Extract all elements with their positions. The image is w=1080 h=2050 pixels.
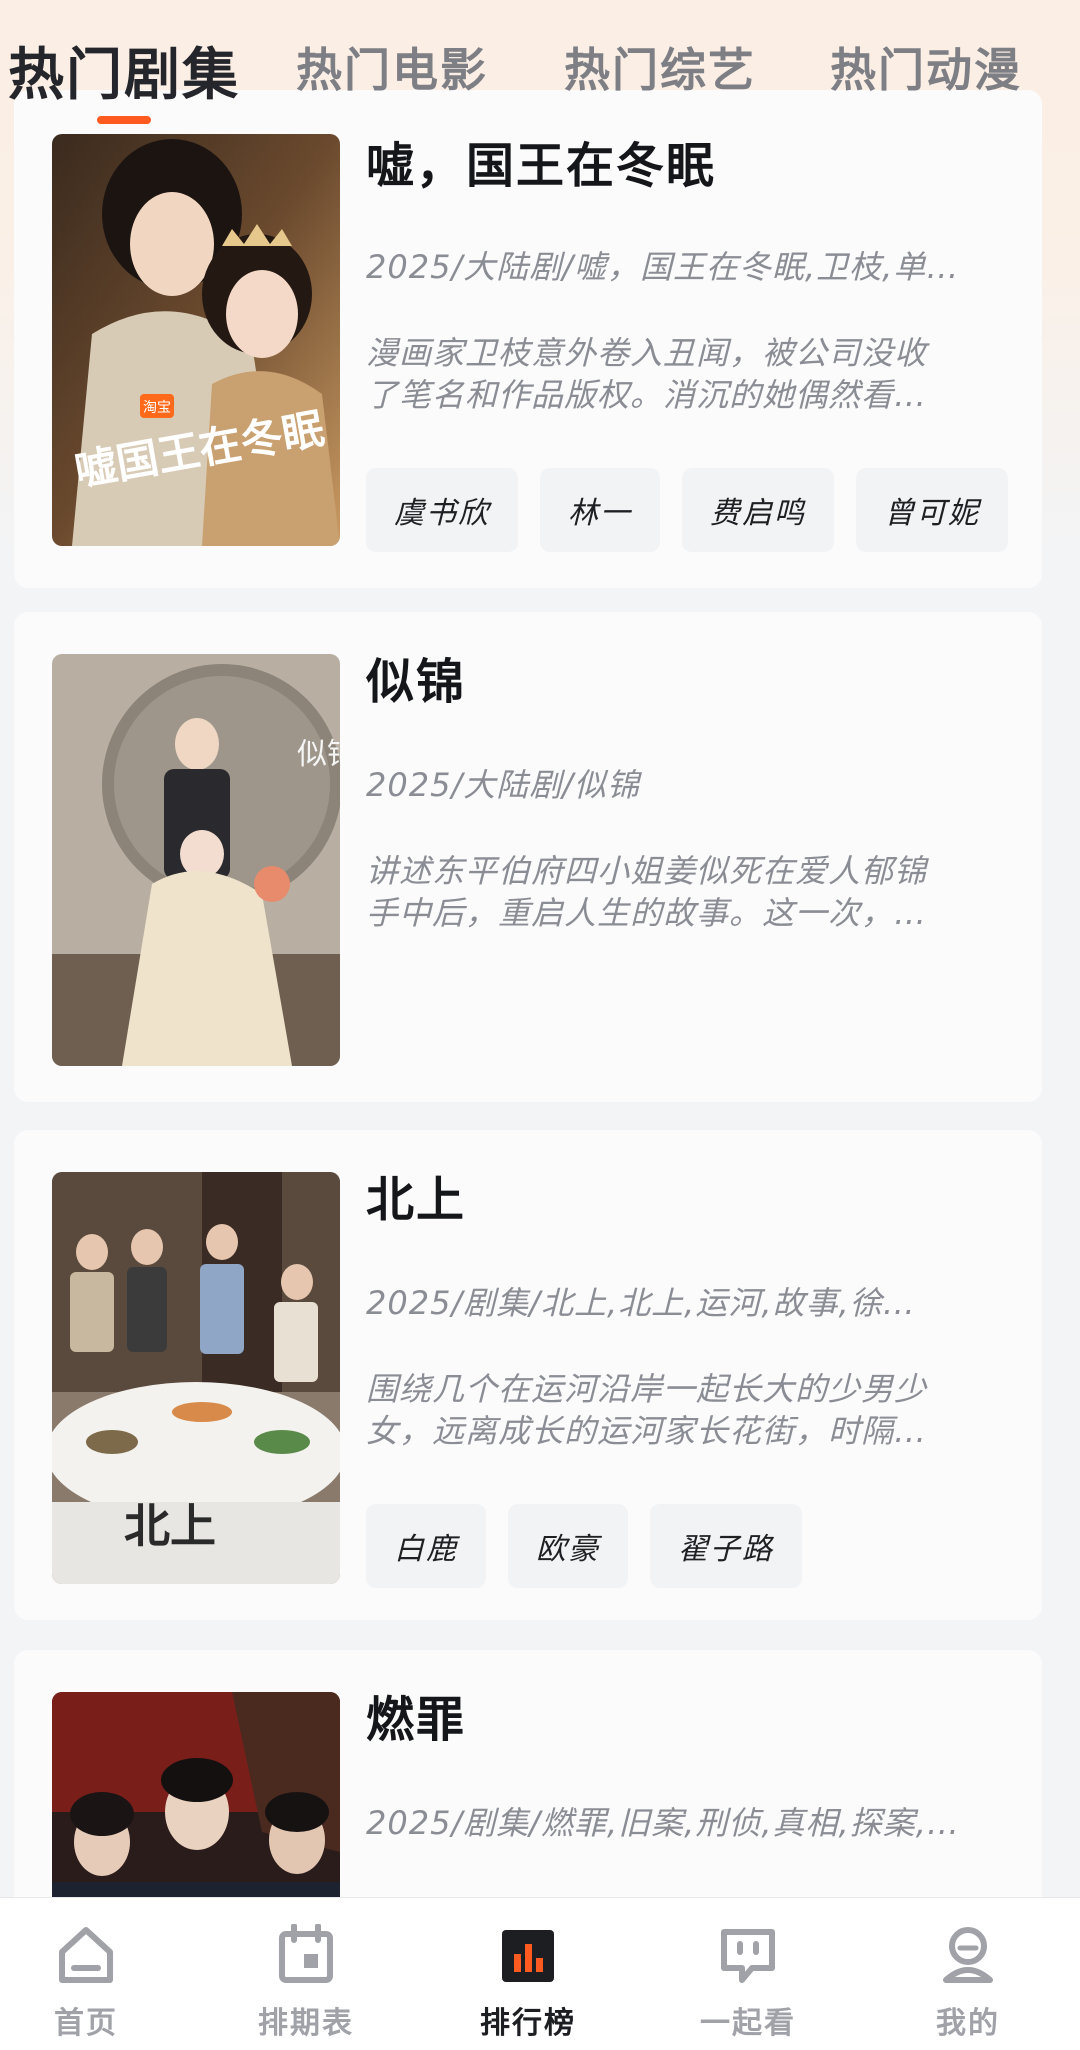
cast-tag[interactable]: 欧豪	[508, 1504, 628, 1588]
cast-tag[interactable]: 曾可妮	[856, 468, 1008, 552]
tab-hot-movies[interactable]: 热门电影	[296, 34, 488, 100]
drama-description: 围绕几个在运河沿岸一起长大的少男少 女，远离成长的运河家长花街，时隔…	[366, 1368, 1006, 1452]
nav-label: 排行榜	[480, 2006, 576, 2041]
drama-meta: 2025/剧集/燃罪,旧案,刑侦,真相,探案,…	[366, 1804, 960, 1842]
nav-home[interactable]: 首页	[0, 1898, 186, 2050]
nav-profile[interactable]: 我的	[868, 1898, 1068, 2050]
list-item[interactable]: 淘宝 嘘国王在冬眠 嘘，国王在冬眠 2025/大陆剧/嘘，国王在冬眠,卫枝,单……	[14, 90, 1042, 588]
description-line: 讲述东平伯府四小姐姜似死在爱人郁锦	[366, 852, 928, 890]
poster-image[interactable]: 北上	[52, 1172, 340, 1584]
calendar-icon	[279, 1924, 333, 1983]
bottom-navigation: 首页 排期表 排行榜 一起看 我的	[0, 1897, 1080, 2050]
description-line: 了笔名和作品版权。消沉的她偶然看…	[366, 376, 928, 414]
drama-title[interactable]: 似锦	[366, 642, 466, 712]
profile-icon	[943, 1927, 993, 1983]
tab-hot-variety[interactable]: 热门综艺	[564, 34, 756, 100]
nav-label: 首页	[54, 2006, 118, 2041]
description-line: 围绕几个在运河沿岸一起长大的少男少	[366, 1370, 928, 1408]
nav-label: 一起看	[700, 2006, 796, 2041]
drama-description: 讲述东平伯府四小姐姜似死在爱人郁锦 手中后，重启人生的故事。这一次，…	[366, 850, 1006, 934]
cast-tag[interactable]: 白鹿	[366, 1504, 486, 1588]
nav-schedule[interactable]: 排期表	[206, 1898, 406, 2050]
drama-title[interactable]: 燃罪	[366, 1680, 466, 1750]
svg-text:淘宝: 淘宝	[143, 400, 171, 416]
description-line: 手中后，重启人生的故事。这一次，…	[366, 894, 928, 932]
nav-ranking[interactable]: 排行榜	[428, 1898, 628, 2050]
description-line: 漫画家卫枝意外卷入丑闻，被公司没收	[366, 334, 928, 372]
description-line: 女，远离成长的运河家长花街，时隔…	[366, 1412, 928, 1450]
list-item[interactable]: 似锦 似锦 2025/大陆剧/似锦 讲述东平伯府四小姐姜似死在爱人郁锦 手中后，…	[14, 612, 1042, 1102]
drama-meta: 2025/大陆剧/嘘，国王在冬眠,卫枝,单…	[366, 248, 960, 286]
active-tab-indicator	[97, 116, 151, 124]
drama-meta: 2025/剧集/北上,北上,运河,故事,徐…	[366, 1284, 916, 1322]
poster-image[interactable]: 淘宝 嘘国王在冬眠	[52, 134, 340, 546]
chat-bubble-icon	[721, 1929, 775, 1983]
category-tabs: 热门剧集 热门电影 热门综艺 热门动漫	[0, 0, 1080, 130]
home-icon	[59, 1927, 113, 1983]
cast-tags: 白鹿 欧豪 翟子路	[366, 1504, 802, 1588]
poster-image[interactable]: 似锦	[52, 654, 340, 1066]
cast-tag[interactable]: 费启鸣	[682, 468, 834, 552]
drama-meta: 2025/大陆剧/似锦	[366, 766, 641, 804]
drama-description: 漫画家卫枝意外卷入丑闻，被公司没收 了笔名和作品版权。消沉的她偶然看…	[366, 332, 1006, 416]
list-item[interactable]: 北上 北上 2025/剧集/北上,北上,运河,故事,徐… 围绕几个在运河沿岸一起…	[14, 1130, 1042, 1620]
drama-list[interactable]: 淘宝 嘘国王在冬眠 嘘，国王在冬眠 2025/大陆剧/嘘，国王在冬眠,卫枝,单……	[0, 0, 1080, 2049]
tab-hot-anime[interactable]: 热门动漫	[830, 34, 1022, 100]
cast-tags: 虞书欣 林一 费启鸣 曾可妮	[366, 468, 1008, 552]
tab-hot-series[interactable]: 热门剧集	[8, 30, 240, 111]
drama-title[interactable]: 嘘，国王在冬眠	[366, 126, 716, 196]
cast-tag[interactable]: 翟子路	[650, 1504, 802, 1588]
nav-label: 我的	[936, 2006, 1000, 2041]
cast-tag[interactable]: 虞书欣	[366, 468, 518, 552]
drama-title[interactable]: 北上	[366, 1160, 466, 1230]
nav-label: 排期表	[258, 2006, 354, 2041]
svg-text:似锦: 似锦	[297, 737, 340, 772]
cast-tag[interactable]: 林一	[540, 468, 660, 552]
svg-text:北上: 北上	[124, 1499, 216, 1553]
ranking-chart-icon	[502, 1930, 554, 1982]
nav-watch-together[interactable]: 一起看	[648, 1898, 848, 2050]
